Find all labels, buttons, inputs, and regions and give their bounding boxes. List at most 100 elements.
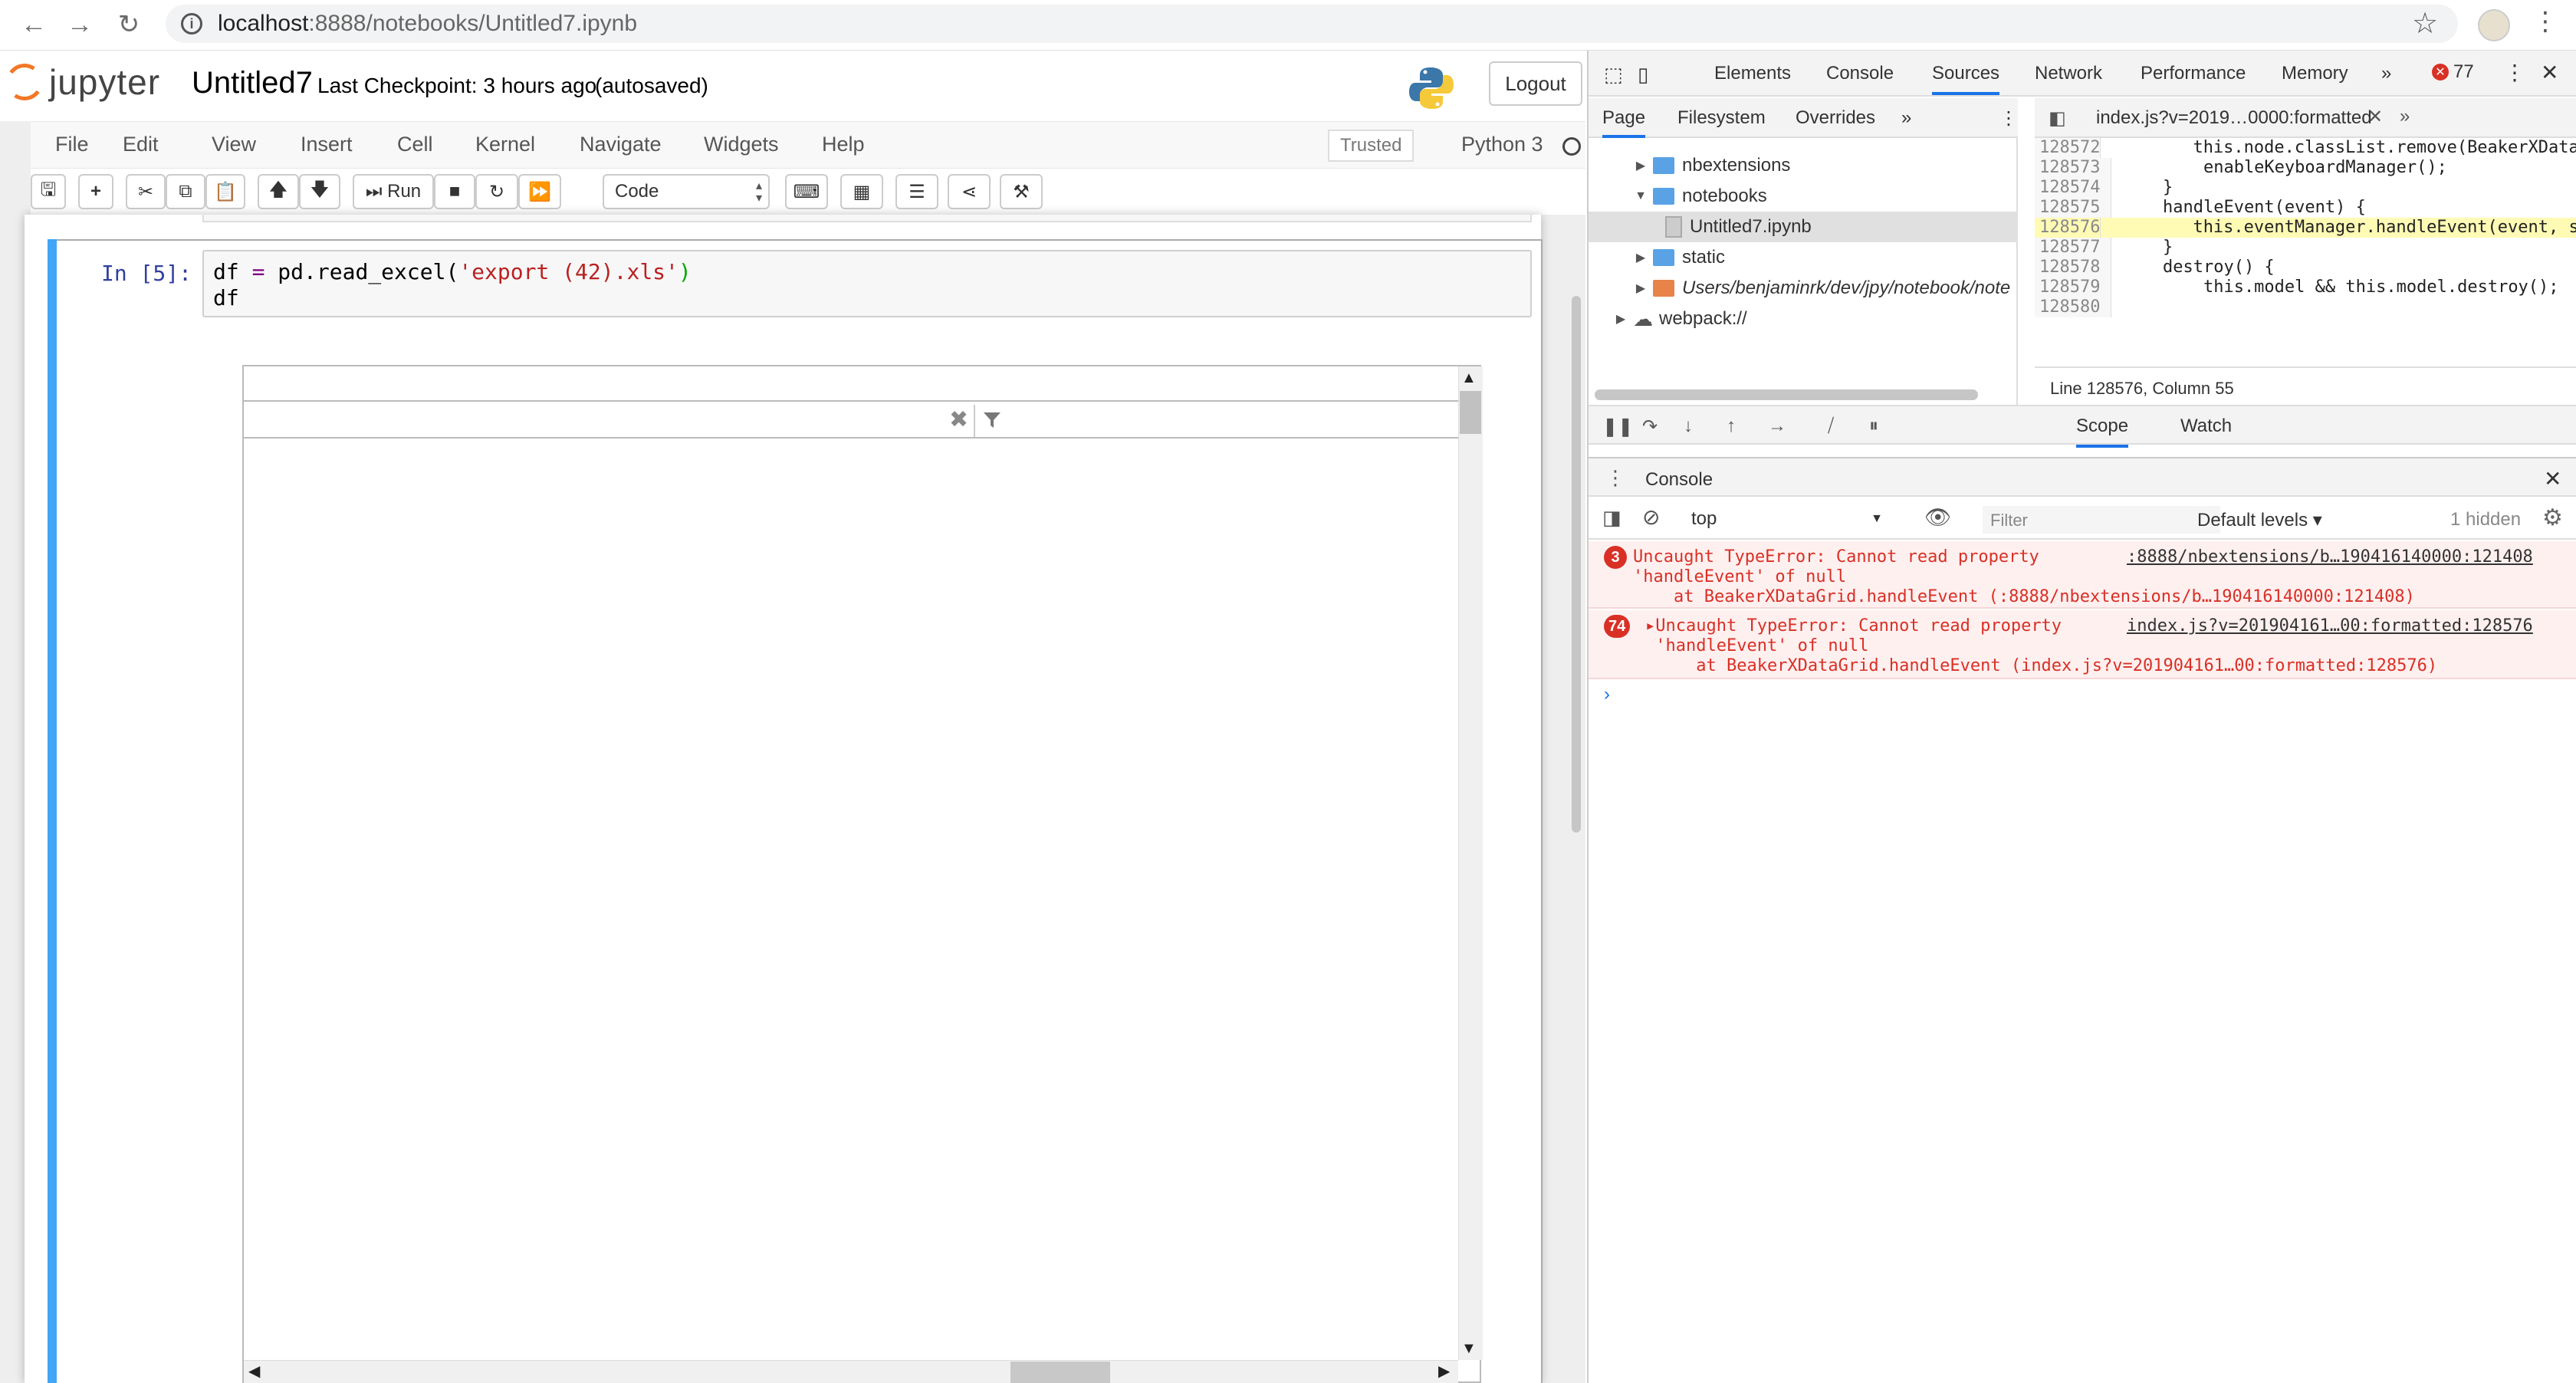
- editor-file-tab[interactable]: index.js?v=2019…0000:formatted: [2096, 107, 2372, 129]
- code-view[interactable]: 128572 this.node.classList.remove(Beaker…: [2035, 138, 2576, 322]
- scroll-up-icon[interactable]: ▲: [1461, 370, 1477, 387]
- menu-kernel[interactable]: Kernel: [475, 133, 535, 156]
- tree-item-nbextensions[interactable]: ▶ nbextensions: [1589, 150, 2018, 181]
- devtools-menu-icon[interactable]: ⋮: [2504, 60, 2525, 85]
- horizontal-scroll-thumb[interactable]: [1010, 1362, 1110, 1383]
- more-nav-tabs-icon[interactable]: »: [1901, 107, 1911, 129]
- tab-sources[interactable]: Sources: [1932, 63, 2000, 95]
- drawer-tab-console[interactable]: Console: [1645, 469, 1713, 491]
- interrupt-icon[interactable]: ■: [434, 174, 475, 209]
- move-down-icon[interactable]: 🡇: [299, 174, 340, 209]
- restart-icon[interactable]: ↻: [475, 174, 518, 209]
- tree-item-untitled7[interactable]: Untitled7.ipynb: [1589, 212, 2018, 242]
- step-into-icon[interactable]: ↓: [1684, 416, 1693, 437]
- error-source-link[interactable]: index.js?v=201904161…00:formatted:128576: [2127, 616, 2533, 636]
- trusted-indicator[interactable]: Trusted: [1328, 130, 1414, 162]
- bookmark-star-icon[interactable]: ☆: [2412, 6, 2438, 41]
- copy-icon[interactable]: ⧉: [166, 174, 205, 209]
- profile-avatar[interactable]: [2478, 9, 2510, 41]
- more-editor-tabs-icon[interactable]: »: [2400, 106, 2410, 127]
- console-settings-icon[interactable]: ⚙: [2542, 504, 2563, 531]
- restart-run-all-icon[interactable]: ⏩: [518, 174, 561, 209]
- error-counter[interactable]: ✕ 77: [2432, 61, 2474, 83]
- vertical-scroll-thumb[interactable]: [1460, 391, 1481, 434]
- step-out-icon[interactable]: ↑: [1727, 416, 1736, 437]
- run-button[interactable]: ⏭ Run: [353, 174, 434, 209]
- tab-performance[interactable]: Performance: [2141, 63, 2246, 84]
- sidebar-toggle-icon[interactable]: ◨: [1602, 506, 1622, 530]
- device-toolbar-icon[interactable]: ▯: [1638, 63, 1648, 87]
- nav-tab-page[interactable]: Page: [1602, 107, 1646, 138]
- pause-on-exceptions-icon[interactable]: ⏸: [1869, 416, 1878, 437]
- tree-item-static[interactable]: ▶ static: [1589, 242, 2018, 273]
- menu-widgets[interactable]: Widgets: [704, 133, 779, 156]
- menu-file[interactable]: File: [55, 133, 89, 156]
- filter-icon[interactable]: [981, 409, 1003, 431]
- tab-console[interactable]: Console: [1826, 63, 1894, 84]
- logout-button[interactable]: Logout: [1489, 61, 1582, 106]
- step-over-icon[interactable]: ↷: [1642, 416, 1658, 438]
- jupyter-logo[interactable]: jupyter: [3, 61, 160, 103]
- calculator-icon[interactable]: ▦: [840, 174, 883, 209]
- console-error-message[interactable]: 3 Uncaught TypeError: Cannot read proper…: [1589, 541, 2576, 609]
- devtools-close-icon[interactable]: ✕: [2541, 60, 2558, 85]
- forward-icon[interactable]: →: [60, 5, 100, 44]
- cut-icon[interactable]: ✂: [126, 174, 166, 209]
- toggle-navigator-icon[interactable]: ◧: [2049, 107, 2066, 130]
- wrench-icon[interactable]: ⚒: [1000, 174, 1043, 209]
- menu-view[interactable]: View: [212, 133, 256, 156]
- reload-icon[interactable]: ↻: [109, 5, 149, 44]
- navigator-menu-icon[interactable]: ⋮: [1999, 107, 2018, 130]
- cell-type-select[interactable]: Code ▴ ▾: [603, 174, 770, 209]
- context-select[interactable]: top ▼: [1691, 506, 1891, 532]
- keyboard-icon[interactable]: ⌨: [785, 174, 828, 209]
- menu-navigate[interactable]: Navigate: [580, 133, 662, 156]
- menu-cell[interactable]: Cell: [397, 133, 433, 156]
- error-source-link[interactable]: :8888/nbextensions/b…190416140000:121408: [2127, 547, 2533, 567]
- step-icon[interactable]: →: [1768, 416, 1786, 437]
- code-input[interactable]: df = pd.read_excel('export (42).xls') df: [202, 250, 1532, 317]
- tab-memory[interactable]: Memory: [2282, 63, 2348, 84]
- scroll-right-icon[interactable]: ▶: [1438, 1362, 1450, 1381]
- more-tabs-icon[interactable]: »: [2381, 63, 2391, 84]
- tree-item-notebooks[interactable]: ▼ notebooks: [1589, 181, 2018, 212]
- notebook-title[interactable]: Untitled7: [192, 66, 313, 100]
- menu-insert[interactable]: Insert: [301, 133, 353, 156]
- horizontal-scrollbar[interactable]: [244, 1360, 1458, 1383]
- tree-item-webpack[interactable]: ▶ ☁ webpack://: [1589, 304, 2018, 334]
- vertical-scrollbar[interactable]: [1458, 366, 1483, 1360]
- tab-scope[interactable]: Scope: [2076, 416, 2129, 448]
- data-grid-output[interactable]: ✖ ▲ ▼ ◀ ▶: [242, 365, 1483, 1383]
- scroll-left-icon[interactable]: ◀: [248, 1362, 260, 1381]
- page-scrollbar-thumb[interactable]: [1572, 296, 1581, 833]
- console-filter-input[interactable]: Filter: [1983, 506, 2220, 534]
- list-icon[interactable]: ☰: [895, 174, 938, 209]
- save-icon[interactable]: 🖫: [31, 174, 66, 209]
- pause-icon[interactable]: ❚❚: [1602, 416, 1633, 438]
- drawer-close-icon[interactable]: ✕: [2544, 466, 2561, 491]
- log-levels-dropdown[interactable]: Default levels ▾: [2197, 509, 2322, 531]
- insert-cell-icon[interactable]: +: [78, 174, 113, 209]
- tree-item-users-path[interactable]: ▶ Users/benjaminrk/dev/jpy/notebook/note: [1589, 273, 2018, 304]
- navigator-scrollbar[interactable]: [1595, 389, 1978, 400]
- scroll-down-icon[interactable]: ▼: [1461, 1340, 1477, 1358]
- live-expression-eye-icon[interactable]: 👁: [1924, 504, 1952, 530]
- menu-edit[interactable]: Edit: [123, 133, 159, 156]
- back-icon[interactable]: ←: [14, 5, 54, 44]
- nav-tab-filesystem[interactable]: Filesystem: [1677, 107, 1766, 129]
- tab-watch[interactable]: Watch: [2180, 416, 2232, 437]
- clear-console-icon[interactable]: ⊘: [1642, 504, 1660, 530]
- tab-elements[interactable]: Elements: [1714, 63, 1791, 84]
- address-bar[interactable]: i localhost:8888/notebooks/Untitled7.ipy…: [166, 5, 2458, 43]
- browser-menu-icon[interactable]: ⋮: [2530, 6, 2561, 37]
- console-error-message[interactable]: 74 ▸Uncaught TypeError: Cannot read prop…: [1589, 610, 2576, 679]
- clear-filter-icon[interactable]: ✖: [949, 406, 968, 433]
- nav-tab-overrides[interactable]: Overrides: [1796, 107, 1875, 129]
- inspect-element-icon[interactable]: ⬚: [1604, 63, 1623, 87]
- tab-network[interactable]: Network: [2035, 63, 2102, 84]
- move-up-icon[interactable]: 🡅: [258, 174, 299, 209]
- drawer-menu-icon[interactable]: ⋮: [1605, 466, 1625, 490]
- close-tab-icon[interactable]: ✕: [2367, 106, 2383, 128]
- site-info-icon[interactable]: i: [181, 13, 202, 34]
- deactivate-breakpoints-icon[interactable]: ⧸: [1828, 416, 1834, 437]
